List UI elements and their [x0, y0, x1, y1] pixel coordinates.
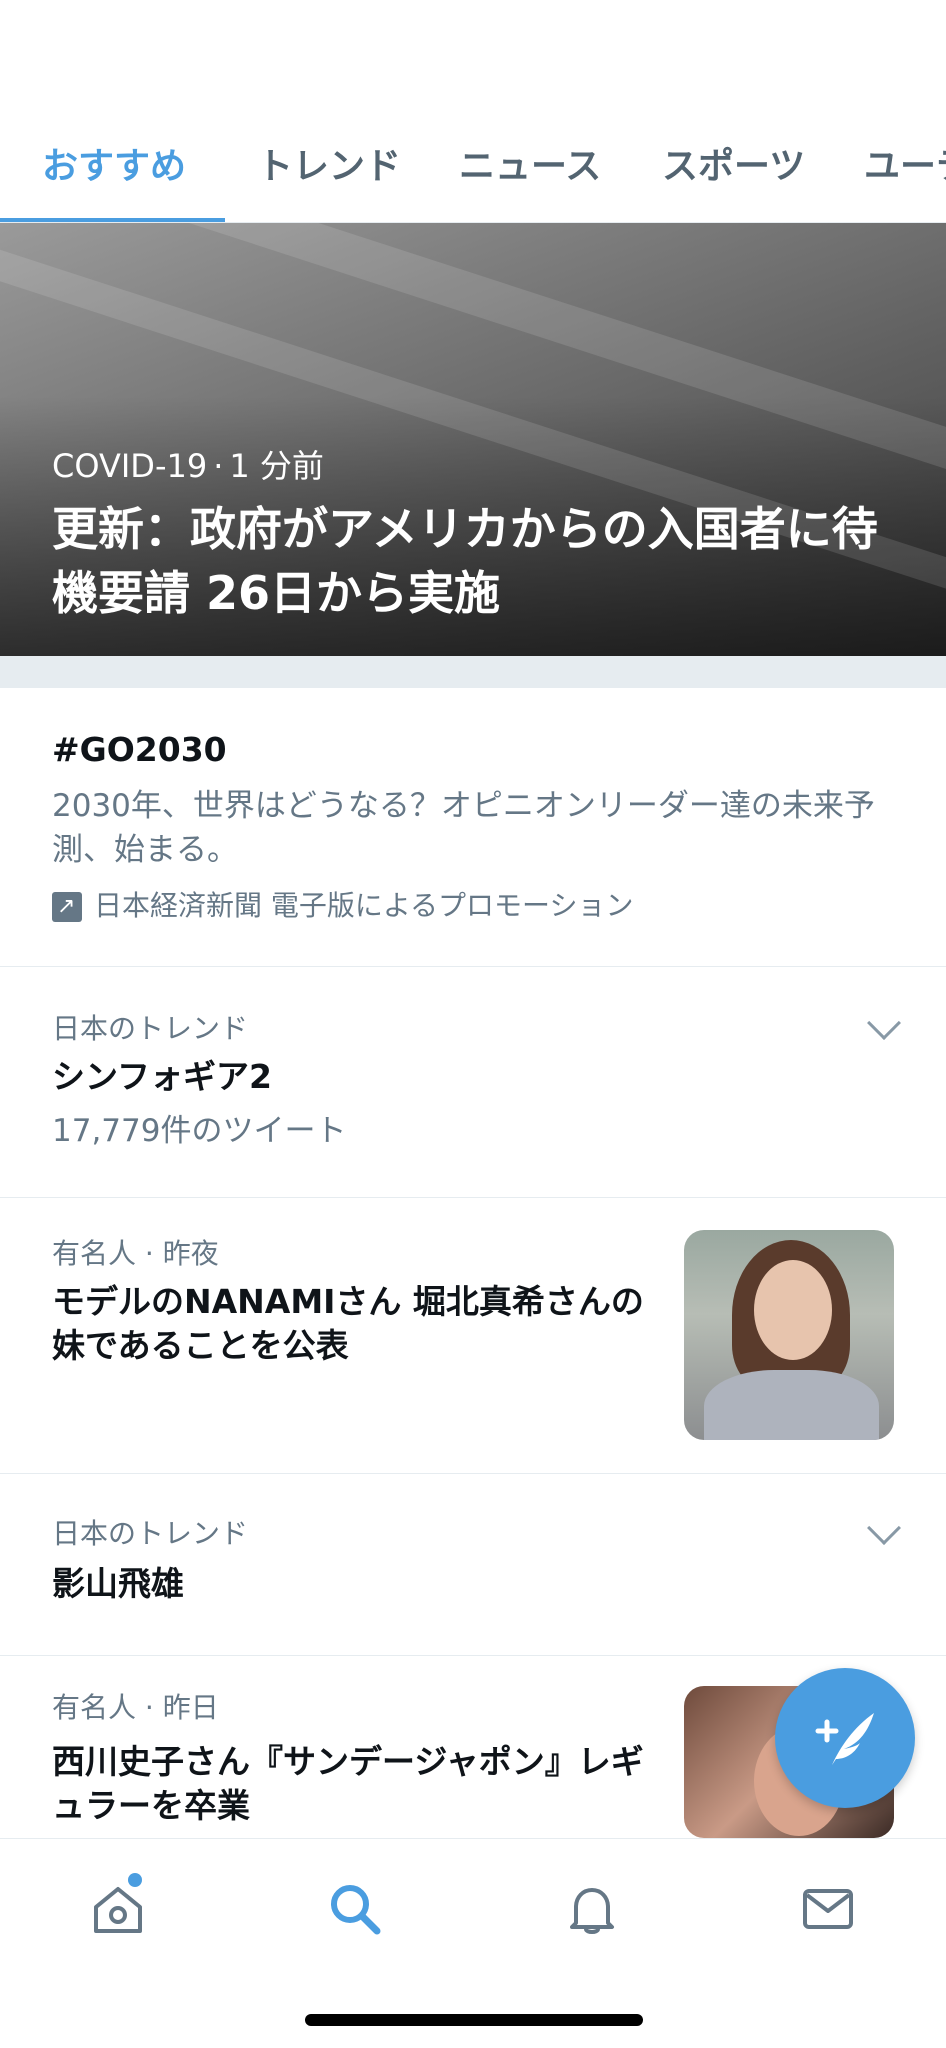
promoted-trend[interactable]: #GO2030 2030年、世界はどうなる？オピニオンリーダー達の未来予測、始ま…: [0, 688, 946, 967]
promo-hashtag: #GO2030: [52, 730, 227, 769]
bottom-navigation: [0, 1838, 946, 2048]
tab-sports[interactable]: スポーツ: [662, 125, 805, 222]
trend-context: 日本のトレンド: [52, 1012, 249, 1045]
home-indicator: [305, 2014, 643, 2026]
hero-category: COVID-19: [52, 447, 208, 485]
promoted-icon: [52, 892, 82, 922]
tab-news[interactable]: ニュース: [459, 125, 601, 222]
promo-advertiser: 日本経済新聞 電子版によるプロモーション: [94, 889, 634, 922]
chevron-down-icon[interactable]: [867, 1006, 901, 1040]
compose-tweet-icon: [815, 1713, 874, 1765]
explore-tabs: おすすめ トレンド ニュース スポーツ ユーテ: [0, 125, 946, 223]
hero-title: 更新：政府がアメリカからの入国者に待機要請 26日から実施: [52, 502, 878, 620]
home-icon[interactable]: [88, 1873, 148, 1939]
tab-trends[interactable]: トレンド: [257, 125, 401, 222]
promo-advertiser-line: 日本経済新聞 電子版によるプロモーション: [52, 884, 634, 924]
trend-item[interactable]: 日本のトレンド 影山飛雄: [0, 1474, 946, 1656]
chevron-down-icon[interactable]: [867, 1511, 901, 1545]
compose-tweet-button[interactable]: [775, 1668, 915, 1808]
trend-title: シンフォギア2: [52, 1057, 272, 1096]
tab-entertainment[interactable]: ユーテ: [864, 125, 946, 222]
hero-news-card[interactable]: COVID-19 · 1 分前 更新：政府がアメリカからの入国者に待機要請 26日か…: [0, 223, 946, 656]
news-title: モデルのNANAMIさん 堀北真希さんの妹であることを公表: [52, 1282, 644, 1365]
trend-context: 日本のトレンド: [52, 1517, 249, 1550]
trend-title: 影山飛雄: [52, 1564, 184, 1603]
news-item[interactable]: 有名人 · 昨夜 モデルのNANAMIさん 堀北真希さんの妹であることを公表: [0, 1198, 946, 1474]
news-title: 西川史子さん『サンデージャポン』レギュラーを卒業: [52, 1742, 644, 1825]
news-context: 有名人 · 昨夜: [52, 1237, 219, 1270]
hero-meta: COVID-19 · 1 分前: [52, 447, 324, 485]
notification-dot: [128, 1873, 142, 1887]
hero-time: 1 分前: [229, 447, 324, 485]
section-separator: [0, 656, 946, 688]
mail-icon[interactable]: [798, 1879, 858, 1939]
news-thumbnail: [684, 1230, 894, 1440]
search-icon[interactable]: [325, 1879, 385, 1939]
trend-item[interactable]: 日本のトレンド シンフォギア2 17,779件のツイート: [0, 967, 946, 1198]
promo-description: 2030年、世界はどうなる？オピニオンリーダー達の未来予測、始まる。: [52, 788, 875, 868]
trend-count: 17,779件のツイート: [52, 1113, 347, 1149]
tab-recommended[interactable]: おすすめ: [42, 125, 186, 222]
bell-icon[interactable]: [562, 1879, 622, 1939]
news-context: 有名人 · 昨日: [52, 1691, 219, 1724]
